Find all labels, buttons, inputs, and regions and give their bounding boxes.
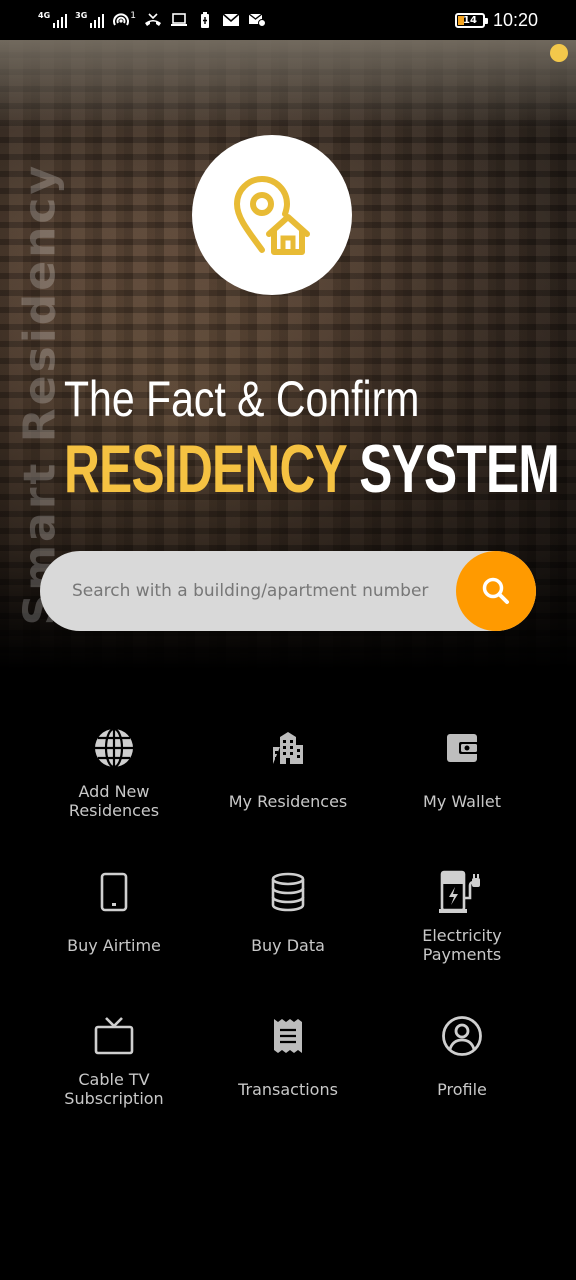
hero-sky <box>0 40 576 130</box>
battery-level: 14 <box>462 14 477 26</box>
menu-label: Electricity Payments <box>422 926 502 964</box>
menu-label: Buy Data <box>251 935 325 955</box>
status-time: 10:20 <box>492 9 538 30</box>
network-type-1: 4G <box>38 11 51 20</box>
menu-my-residences[interactable]: My Residences <box>201 700 375 844</box>
ev-charger-icon <box>438 868 486 916</box>
globe-icon <box>90 724 138 772</box>
menu-label: Buy Airtime <box>67 935 161 955</box>
hero-title-rest: SYSTEM <box>359 431 559 507</box>
menu-label: Add New Residences <box>68 782 160 820</box>
location-home-icon <box>234 176 310 255</box>
profile-icon <box>438 1012 486 1060</box>
hotspot-icon <box>112 12 130 28</box>
status-right: 14 10:20 <box>454 9 538 31</box>
menu-label: Transactions <box>238 1079 338 1099</box>
menu-buy-data[interactable]: Buy Data <box>201 844 375 988</box>
mail-settings-icon <box>248 12 267 28</box>
menu-label: Cable TV Subscription <box>64 1070 164 1108</box>
wallet-icon <box>438 724 486 772</box>
status-left: 4G 3G 1 <box>38 11 267 28</box>
mail-icon <box>222 12 240 28</box>
menu-electricity-payments[interactable]: Electricity Payments <box>375 844 549 988</box>
search-bar <box>40 551 536 631</box>
menu-profile[interactable]: Profile <box>375 988 549 1132</box>
menu-label: My Wallet <box>423 791 501 811</box>
signal-4g-icon: 4G <box>38 11 68 28</box>
signal-3g-icon: 3G <box>75 11 105 28</box>
search-button[interactable] <box>456 551 536 631</box>
menu-buy-airtime[interactable]: Buy Airtime <box>27 844 201 988</box>
database-icon <box>264 868 312 916</box>
receipt-icon <box>264 1012 312 1060</box>
menu-grid: Add New Residences My Residences My Wall… <box>27 700 549 1132</box>
phone-icon <box>90 868 138 916</box>
laptop-icon <box>170 12 188 28</box>
menu-my-wallet[interactable]: My Wallet <box>375 700 549 844</box>
hero-title-line1: The Fact & Confirm <box>64 371 420 427</box>
app-logo <box>192 135 352 295</box>
menu-transactions[interactable]: Transactions <box>201 988 375 1132</box>
battery-icon: 14 <box>454 12 488 28</box>
hero-title-accent: RESIDENCY <box>64 431 347 507</box>
search-input[interactable] <box>40 551 456 631</box>
tv-icon <box>90 1012 138 1060</box>
building-icon <box>264 724 312 772</box>
menu-label: My Residences <box>228 791 348 811</box>
missed-call-icon <box>144 12 162 28</box>
status-bar: 4G 3G 1 14 10:20 <box>0 0 576 40</box>
hero-title-line2: RESIDENCY SYSTEM <box>64 430 560 508</box>
search-icon <box>482 577 509 604</box>
battery-saver-icon <box>196 12 214 28</box>
menu-add-new-residences[interactable]: Add New Residences <box>27 700 201 844</box>
menu-cable-tv-subscription[interactable]: Cable TV Subscription <box>27 988 201 1132</box>
hotspot-count: 1 <box>130 11 137 21</box>
menu-label: Profile <box>437 1079 487 1099</box>
corner-dot[interactable] <box>550 44 568 62</box>
network-type-2: 3G <box>75 11 88 20</box>
